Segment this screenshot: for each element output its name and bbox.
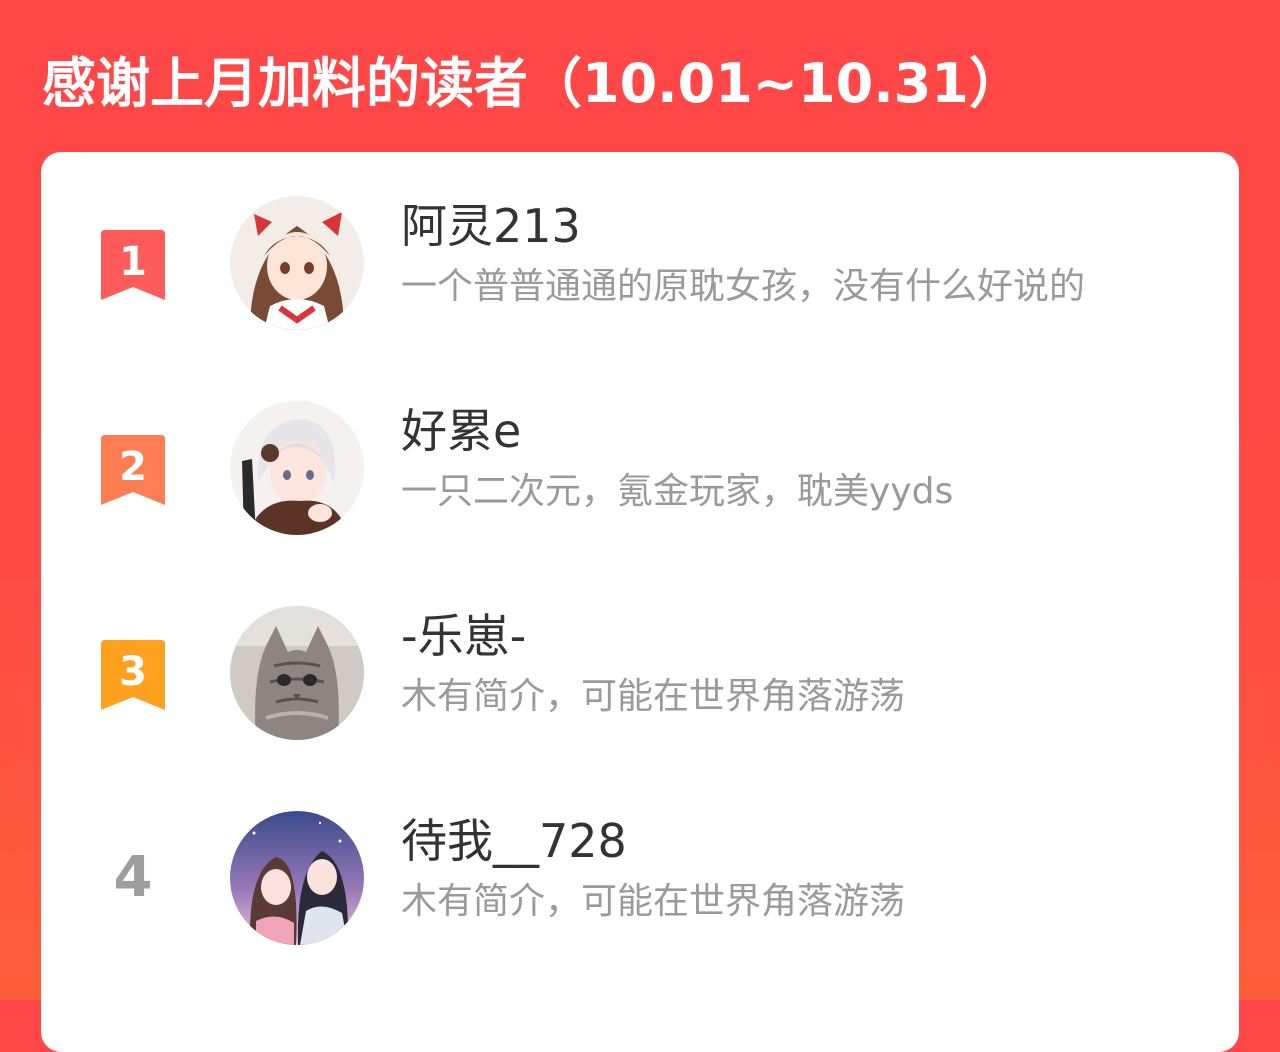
rank-ribbon-badge: 3 — [98, 638, 168, 712]
reader-name: 好累e — [401, 404, 522, 458]
anime-boy-avatar-icon — [230, 401, 364, 535]
reader-name: -乐崽- — [401, 609, 527, 663]
reader-bio: 木有简介，可能在世界角落游荡 — [401, 881, 906, 922]
reader-name: 待我__728 — [401, 814, 627, 868]
rank-ribbon-badge: 1 — [98, 228, 168, 302]
avatar[interactable] — [230, 606, 364, 740]
reader-bio: 一只二次元，氪金玩家，耽美yyds — [401, 471, 954, 512]
rank-number: 3 — [119, 649, 147, 695]
rank-number: 2 — [119, 444, 147, 490]
reader-row[interactable]: 3 -乐崽- 木有简介，可能在世界角落游荡 — [41, 602, 1239, 742]
reader-row[interactable]: 1 阿灵213 一个普普通通的原耽女孩，没有什么好说的 — [41, 192, 1239, 332]
avatar[interactable] — [230, 401, 364, 535]
reader-bio: 一个普普通通的原耽女孩，没有什么好说的 — [401, 266, 1086, 307]
reader-row[interactable]: 2 好累e 一只二次元，氪金玩家，耽美yyds — [41, 397, 1239, 537]
rank-number: 1 — [119, 239, 147, 285]
avatar[interactable] — [230, 811, 364, 945]
avatar[interactable] — [230, 196, 364, 330]
tabby-cat-avatar-icon — [230, 606, 364, 740]
rank-ribbon-badge: 2 — [98, 433, 168, 507]
readers-card: 1 阿灵213 一个普普通通的原耽女孩，没有什么好说的 2 好累e 一只二次元，… — [41, 152, 1239, 1052]
reader-row[interactable]: 4 待我__728 木有简介，可能在世界角落游荡 — [41, 807, 1239, 947]
rank-number: 4 — [113, 845, 153, 910]
reader-name: 阿灵213 — [401, 199, 581, 253]
anime-couple-avatar-icon — [230, 811, 364, 945]
reader-bio: 木有简介，可能在世界角落游荡 — [401, 676, 906, 717]
page-title: 感谢上月加料的读者（10.01~10.31） — [42, 52, 1023, 115]
anime-girl-avatar-icon — [230, 196, 364, 330]
